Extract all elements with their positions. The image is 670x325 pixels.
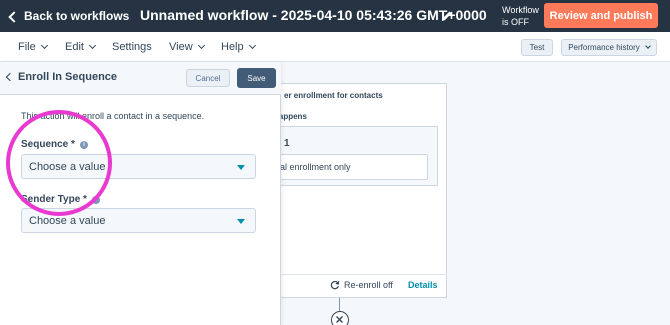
menu-settings[interactable]: Settings [112, 41, 152, 53]
performance-history-label: Performance history [568, 43, 640, 52]
connector-line [339, 298, 340, 312]
chevron-down-icon [197, 41, 205, 50]
back-label: Back to workflows [24, 9, 130, 23]
menu-help[interactable]: Help [221, 41, 256, 53]
save-button[interactable]: Save [237, 68, 276, 88]
sender-type-field-label: Sender Type * i [21, 194, 100, 205]
status-line-1: Workflow [502, 5, 539, 15]
panel-title: Enroll In Sequence [18, 71, 118, 83]
card-header: er enrollment for contacts [284, 91, 383, 100]
caret-down-icon [237, 219, 245, 224]
chevron-down-icon [88, 41, 97, 50]
action-description: This action will enroll a contact in a s… [21, 111, 205, 121]
chevron-left-icon [8, 10, 20, 23]
menu-settings-label: Settings [112, 41, 152, 53]
card-filter-text: al enrollment only [280, 162, 351, 172]
menu-file[interactable]: File [18, 41, 48, 53]
cancel-button[interactable]: Cancel [186, 69, 230, 87]
refresh-icon [330, 280, 340, 290]
sender-type-label-text: Sender Type * [21, 194, 87, 205]
filter-group-number: 1 [284, 138, 290, 149]
menu-edit[interactable]: Edit [65, 41, 97, 53]
menu-edit-label: Edit [65, 41, 84, 53]
status-line-2: is OFF [502, 17, 529, 27]
sender-type-select-value: Choose a value [29, 215, 106, 227]
chevron-down-icon [644, 43, 651, 49]
chevron-down-icon [40, 41, 48, 50]
info-icon[interactable]: i [91, 195, 100, 204]
workflow-status: Workflow is OFF [502, 4, 539, 28]
performance-history-button[interactable]: Performance history [561, 39, 657, 56]
sequence-select[interactable]: Choose a value [21, 154, 256, 179]
chevron-down-icon [248, 41, 256, 50]
sender-type-select[interactable]: Choose a value [21, 208, 256, 233]
menu-help-label: Help [221, 41, 244, 53]
sequence-select-value: Choose a value [29, 161, 106, 173]
workflow-title[interactable]: Unnamed workflow - 2025-04-10 05:43:26 G… [140, 7, 487, 23]
back-to-workflows-link[interactable]: Back to workflows [8, 9, 130, 23]
sequence-field-label: Sequence * i [21, 139, 88, 150]
review-and-publish-button[interactable]: Review and publish [544, 3, 658, 28]
details-link[interactable]: Details [408, 280, 438, 290]
info-icon[interactable]: i [79, 140, 88, 149]
re-enroll-toggle[interactable]: Re-enroll off [330, 280, 393, 290]
menu-view-label: View [169, 41, 193, 53]
pencil-icon[interactable] [440, 9, 454, 23]
re-enroll-label: Re-enroll off [344, 280, 393, 290]
caret-down-icon [237, 165, 245, 170]
menu-file-label: File [18, 41, 36, 53]
sequence-label-text: Sequence * [21, 139, 75, 150]
menu-view[interactable]: View [169, 41, 205, 53]
close-icon[interactable] [331, 311, 349, 325]
test-button[interactable]: Test [521, 39, 553, 56]
